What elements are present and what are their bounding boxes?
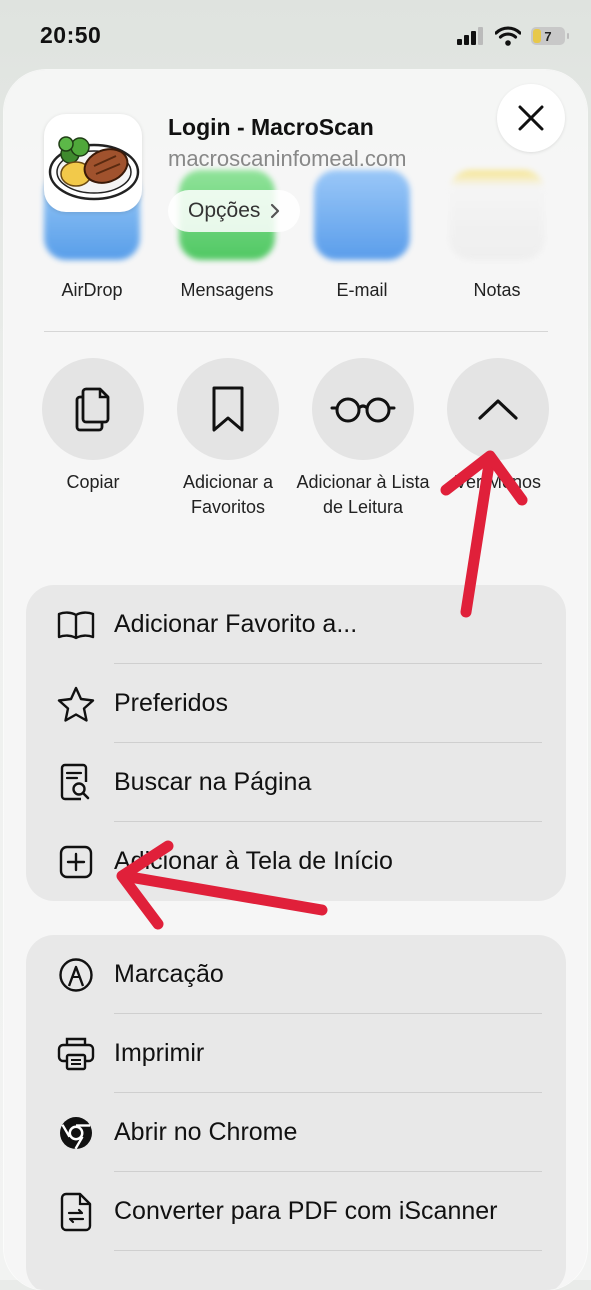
status-time: 20:50 <box>40 22 102 48</box>
mail-icon <box>314 170 410 260</box>
menu-item-print[interactable]: Imprimir <box>26 1014 566 1093</box>
options-label: Opções <box>188 199 261 222</box>
share-app-label: Mensagens <box>180 280 274 300</box>
close-icon <box>518 105 544 131</box>
divider <box>44 331 548 332</box>
page-url: macroscaninfomeal.com <box>168 146 407 171</box>
steak-plate-icon <box>48 136 140 201</box>
notes-icon <box>449 170 545 260</box>
glasses-icon <box>330 397 396 423</box>
action-reading-list[interactable]: Adicionar à Lista de Leitura <box>295 358 431 520</box>
close-button[interactable] <box>497 84 565 152</box>
action-add-bookmark[interactable]: Adicionar a Favoritos <box>160 358 296 520</box>
action-label: Adicionar à Lista de Leitura <box>296 472 430 517</box>
menu-item-open-in-chrome[interactable]: Abrir no Chrome <box>26 1093 566 1172</box>
status-bar: 20:50 7 <box>0 0 591 70</box>
menu-item-label: Buscar na Página <box>114 768 312 796</box>
action-label: Ver Menos <box>454 472 542 492</box>
battery-icon: 7 <box>531 27 569 45</box>
menu-item-label: Abrir no Chrome <box>114 1118 298 1146</box>
find-in-page-icon <box>60 763 90 800</box>
wifi-icon <box>495 26 521 46</box>
page-title: Login - MacroScan <box>168 114 374 140</box>
menu-item-convert-pdf[interactable]: Converter para PDF com iScanner <box>26 1172 566 1251</box>
chevron-up-icon <box>478 399 518 420</box>
chrome-icon <box>60 1116 92 1149</box>
menu-item-label: Adicionar Favorito a... <box>114 610 358 638</box>
menu-item-add-to-home-screen[interactable]: Adicionar à Tela de Início <box>26 822 566 901</box>
status-icons: 7 <box>457 26 569 46</box>
share-app-label: AirDrop <box>61 280 123 300</box>
book-icon <box>57 610 95 639</box>
share-sheet: AirDrop Mensagens E-mail Notas Login - M… <box>4 70 587 1290</box>
menu-item-favorites[interactable]: Preferidos <box>26 664 566 743</box>
bookmark-icon <box>212 386 244 432</box>
share-app-label: Notas <box>473 280 521 300</box>
menu-item-markup[interactable]: Marcação <box>26 935 566 1014</box>
menu-item-label: Converter para PDF com iScanner <box>114 1197 498 1225</box>
printer-icon <box>57 1037 95 1070</box>
signal-icon <box>457 27 483 45</box>
battery-level: 7 <box>544 28 552 44</box>
action-see-less[interactable]: Ver Menos <box>430 358 566 495</box>
add-square-icon <box>59 845 93 878</box>
menu-item-label: Adicionar à Tela de Início <box>114 847 393 875</box>
options-button[interactable]: Opções <box>168 190 301 232</box>
menu-group-browser: Adicionar Favorito a... Preferidos Busca… <box>26 585 566 901</box>
menu-group-extensions: Marcação Imprimir Abrir no Chrome Conver… <box>26 935 566 1290</box>
share-app-label: E-mail <box>336 280 388 300</box>
menu-item-find-in-page[interactable]: Buscar na Página <box>26 743 566 822</box>
share-app-notes[interactable]: Notas <box>449 170 549 300</box>
chevron-right-icon <box>271 203 280 219</box>
action-label: Adicionar a Favoritos <box>182 472 274 517</box>
menu-item-label: Imprimir <box>114 1039 205 1067</box>
menu-item-label: Preferidos <box>114 689 228 717</box>
copy-icon <box>75 387 110 432</box>
action-copy[interactable]: Copiar <box>25 358 161 495</box>
menu-item-label: Marcação <box>114 960 224 988</box>
markup-icon <box>59 957 93 992</box>
action-label: Copiar <box>66 472 120 492</box>
menu-item-add-bookmark-to[interactable]: Adicionar Favorito a... <box>26 585 566 664</box>
share-app-mail[interactable]: E-mail <box>314 170 414 300</box>
pdf-convert-icon <box>60 1192 92 1231</box>
app-icon <box>44 114 142 212</box>
star-icon <box>57 686 95 722</box>
